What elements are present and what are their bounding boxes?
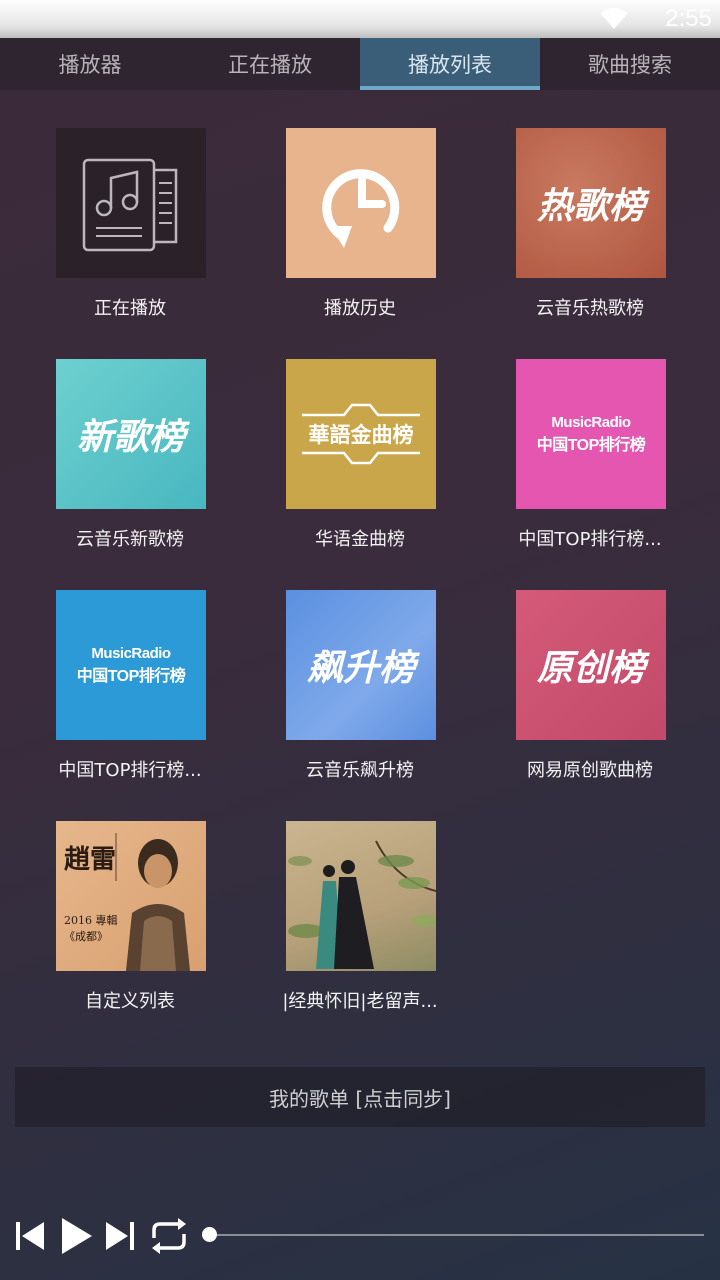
golden-chart-cover: 華語金曲榜 [286, 359, 436, 509]
original-chart-cover: 原创榜 [516, 590, 666, 740]
tab-song-search[interactable]: 歌曲搜索 [540, 38, 720, 90]
hot-chart-cover: 热歌榜 [516, 128, 666, 278]
history-clock-icon [322, 169, 400, 248]
music-radio-cover: MusicRadio 中国TOP排行榜 [56, 590, 206, 740]
repeat-icon[interactable] [148, 1216, 190, 1256]
playlist-tile-hot[interactable]: 热歌榜 云音乐热歌榜 [475, 128, 705, 328]
seek-bar-thumb[interactable] [202, 1227, 217, 1242]
album-art-cover: 趙雷 2016 專輯 《成都》 [56, 821, 206, 971]
playlist-tile-history[interactable]: 播放历史 [245, 128, 475, 328]
playlist-title: 云音乐热歌榜 [536, 298, 644, 319]
playlist-tile-nostalgia[interactable]: |经典怀旧|老留声... [245, 821, 475, 1021]
play-icon[interactable] [58, 1216, 94, 1256]
now-playing-cover [56, 128, 206, 278]
playlist-tile-new[interactable]: 新歌榜 云音乐新歌榜 [15, 359, 245, 559]
playlist-tile-golden[interactable]: 華語金曲榜 华语金曲榜 [245, 359, 475, 559]
tab-bar: 播放器 正在播放 播放列表 歌曲搜索 [0, 38, 720, 90]
playlist-title: 华语金曲榜 [315, 529, 405, 550]
playlist-title: 云音乐新歌榜 [76, 529, 184, 550]
status-bar: 2:55 [0, 0, 720, 38]
wifi-icon [600, 8, 628, 29]
playlist-tile-china-top-2[interactable]: MusicRadio 中国TOP排行榜 中国TOP排行榜... [15, 590, 245, 790]
my-playlists-sync-button[interactable]: 我的歌单 [点击同步] [15, 1067, 705, 1127]
previous-icon[interactable] [14, 1220, 46, 1252]
playlist-tile-china-top-1[interactable]: MusicRadio 中国TOP排行榜 中国TOP排行榜... [475, 359, 705, 559]
playlist-tile-custom[interactable]: 趙雷 2016 專輯 《成都》 自定义列表 [15, 821, 245, 1021]
playlist-tile-original[interactable]: 原创榜 网易原创歌曲榜 [475, 590, 705, 790]
player-controls [0, 1206, 720, 1266]
playlist-tile-rising[interactable]: 飙升榜 云音乐飙升榜 [245, 590, 475, 790]
rising-chart-cover: 飙升榜 [286, 590, 436, 740]
playlist-title: 播放历史 [324, 298, 396, 319]
tab-now-playing[interactable]: 正在播放 [180, 38, 360, 90]
seek-bar-track[interactable] [210, 1234, 704, 1236]
playlist-tile-now-playing[interactable]: 正在播放 [15, 128, 245, 328]
playlist-title: 中国TOP排行榜... [518, 529, 662, 550]
tab-player[interactable]: 播放器 [0, 38, 180, 90]
nostalgia-cover [286, 821, 436, 971]
next-icon[interactable] [104, 1220, 136, 1252]
history-cover [286, 128, 436, 278]
music-radio-cover: MusicRadio 中国TOP排行榜 [516, 359, 666, 509]
playlist-title: |经典怀旧|老留声... [282, 991, 438, 1012]
music-document-icon [82, 158, 178, 252]
status-time: 2:55 [665, 5, 712, 32]
playlist-title: 网易原创歌曲榜 [527, 760, 653, 781]
playlist-title: 中国TOP排行榜... [58, 760, 202, 781]
new-chart-cover: 新歌榜 [56, 359, 206, 509]
playlist-title: 云音乐飙升榜 [306, 760, 414, 781]
vintage-couple-painting [288, 840, 436, 969]
playlist-title: 自定义列表 [85, 991, 175, 1012]
tab-playlist[interactable]: 播放列表 [360, 38, 540, 90]
playlist-title: 正在播放 [94, 298, 166, 319]
